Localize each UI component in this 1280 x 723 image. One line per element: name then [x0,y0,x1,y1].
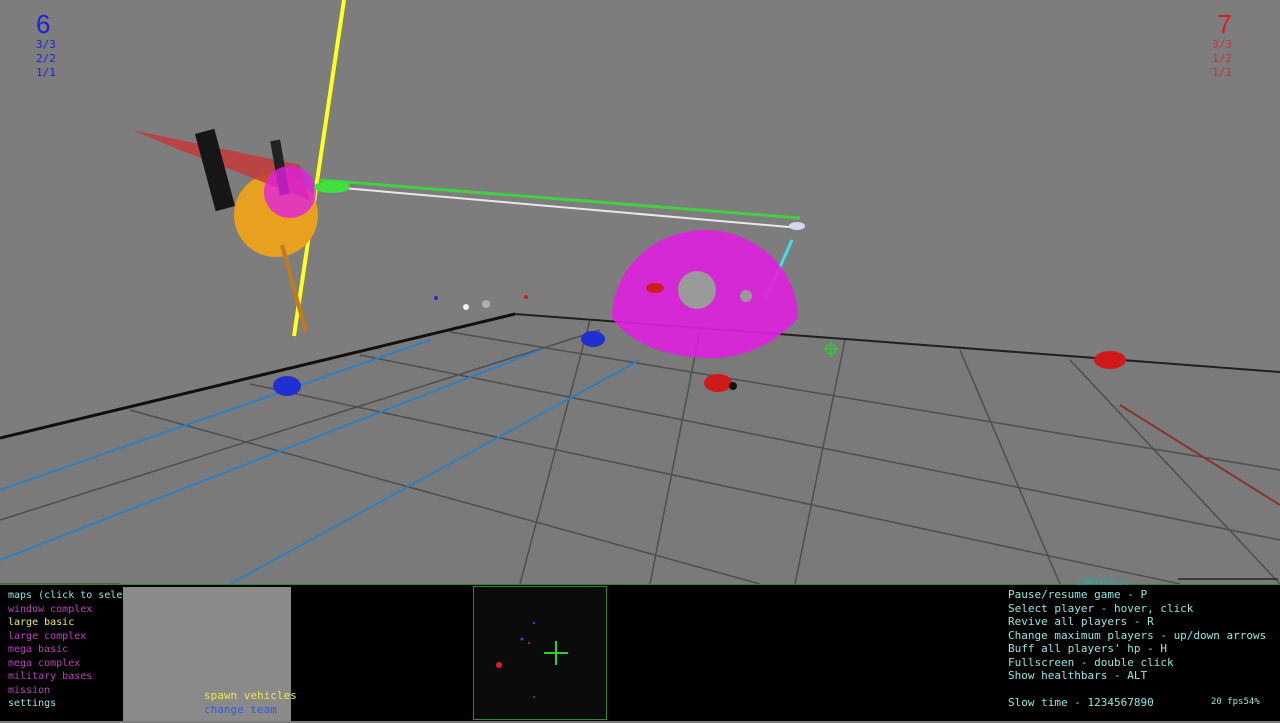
minimap-blue-dot [520,637,524,641]
map-item-military-bases[interactable]: military bases [8,670,140,684]
red-team-score: 7 3/3 1/2 1/1 [1212,10,1232,80]
map-item-mega-basic[interactable]: mega basic [8,643,140,657]
panel-divider [1178,578,1278,580]
slow-time-hint: Slow time - 1234567890 [1008,696,1154,709]
blue-score-line: 2/2 [36,52,56,65]
control-line: Show healthbars - ALT [1008,669,1148,682]
map-item-mission[interactable]: mission [8,684,140,698]
red-score-line: 1/2 [1212,52,1232,65]
map-item-large-basic[interactable]: large basic [8,616,140,630]
red-score-total: 7 [1217,9,1232,39]
map-item-mega-complex[interactable]: mega complex [8,657,140,671]
red-score-line: 1/1 [1212,66,1232,79]
blue-tank-unit-2[interactable] [273,376,301,396]
blue-score-line: 1/1 [36,66,56,79]
white-projectile [463,304,469,310]
minimap-red-dot [532,695,536,699]
minimap[interactable] [473,586,607,720]
control-line: Buff all players' hp - H [1008,642,1167,655]
blue-score-line: 3/3 [36,38,56,51]
spawn-vehicles-button[interactable]: spawn vehicles [204,689,297,702]
control-line: Revive all players - R [1008,615,1154,628]
red-tank-unit-far[interactable] [1094,351,1126,369]
control-line: Fullscreen - double click [1008,655,1174,669]
blue-drone[interactable] [789,222,805,230]
control-line: Change maximum players - up/down arrows [1008,628,1267,642]
controls-title: CONTROLS: [1076,577,1131,588]
ground-plane [0,314,1280,584]
game-viewport[interactable] [0,0,1280,584]
dome-hole [678,271,716,309]
minimap-red-dot [496,662,502,668]
magenta-shield-small [264,166,316,218]
yellow-laser-beam [292,0,346,337]
controls-help: Pause/resume game - P Select player - ho… [1008,588,1266,683]
red-score-line: 3/3 [1212,38,1232,51]
map-item-settings[interactable]: settings [8,697,140,711]
blue-tank-unit[interactable] [581,331,605,347]
minimap-red-dot [527,641,531,645]
fps-counter: 20 fps54% [1211,697,1260,707]
maps-header: maps (click to select) [8,590,141,601]
green-wing [314,181,350,193]
white-laser-beam [319,185,801,229]
black-aircraft-body [194,128,236,212]
change-team-button[interactable]: change team [204,703,277,716]
white-projectile-2 [482,300,490,308]
red-tank-unit[interactable] [704,374,732,392]
minimap-crosshair-icon [544,641,568,665]
control-panel: maps (click to select) window complex la… [0,577,1280,721]
blue-team-score: 6 3/3 2/2 1/1 [36,10,56,80]
red-tank-wheel [729,382,737,390]
map-item-window-complex[interactable]: window complex [8,603,140,617]
maps-list: maps (click to select) window complex la… [8,589,140,711]
minimap-blue-dot [532,621,536,625]
blue-score-total: 6 [36,9,51,39]
control-line: Select player - hover, click [1008,601,1194,615]
dome-hole-small [740,290,752,302]
red-unit-in-dome [646,283,664,293]
green-laser-beam [319,178,801,220]
map-item-large-complex[interactable]: large complex [8,630,140,644]
blue-projectile [434,296,438,300]
red-projectile [524,295,528,299]
control-line: Pause/resume game - P [1008,588,1148,601]
